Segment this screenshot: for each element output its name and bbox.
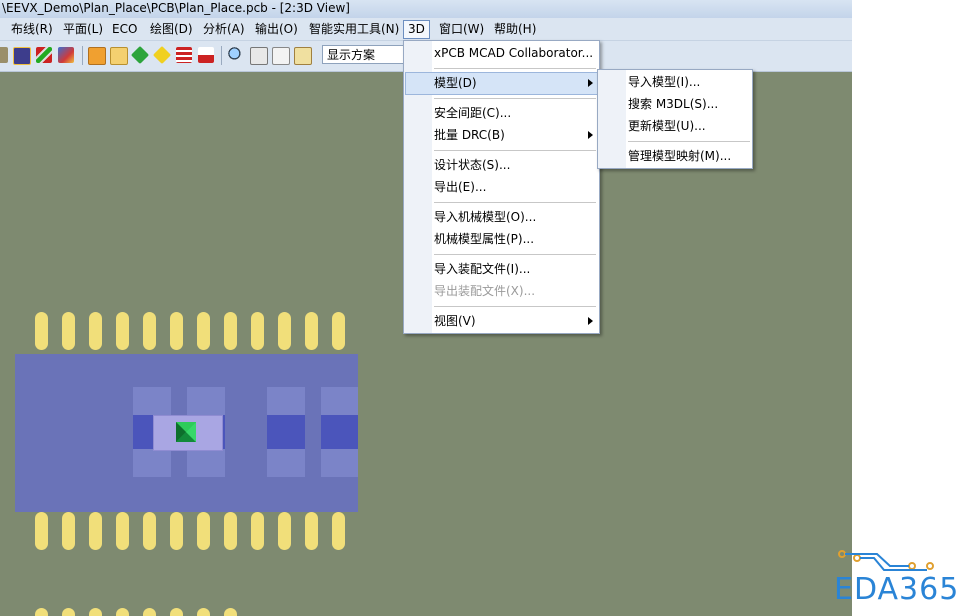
route-icon[interactable] [36,47,52,63]
menu-item-view[interactable]: 视图(V) [434,311,476,331]
pad [35,608,48,616]
menu-item-export[interactable]: 导出(E)... [434,177,486,197]
menu-separator [434,202,596,203]
pad [305,512,318,550]
component-icon[interactable] [13,47,31,65]
select-tool-icon[interactable] [0,47,8,63]
menu-item-design-status[interactable]: 设计状态(S)... [434,155,510,175]
menu-draw[interactable]: 绘图(D) [146,21,197,38]
pad [116,608,129,616]
menu-eco[interactable]: ECO [108,21,141,38]
zoom-icon[interactable] [228,47,244,63]
settings-icon[interactable] [88,47,106,65]
menu-help[interactable]: 帮助(H) [490,21,540,38]
menu-item-clearance[interactable]: 安全间距(C)... [434,103,511,123]
green-diamond-icon[interactable] [130,45,150,65]
pad [89,512,102,550]
menu-icon-strip [598,70,626,168]
copy-icon[interactable] [250,47,268,65]
footprint-pad-row [321,415,358,449]
footprint-pad-row [267,415,305,449]
menu-route[interactable]: 布线(R) [7,21,57,38]
pad [278,312,291,350]
menu-separator [434,150,596,151]
menu-window[interactable]: 窗口(W) [435,21,488,38]
pad [278,512,291,550]
pad [170,312,183,350]
menu-item-import-assembly-file[interactable]: 导入装配文件(I)... [434,259,530,279]
menu-3d[interactable]: 3D [403,20,430,39]
pad [89,312,102,350]
submenu-arrow-icon [588,79,593,87]
edit-icon[interactable] [110,47,128,65]
pad [116,312,129,350]
drc-icon[interactable] [176,47,192,63]
drc-check-icon[interactable] [198,47,214,63]
menu-item-mechanical-model-properties[interactable]: 机械模型属性(P)... [434,229,534,249]
menu-item-export-assembly-file: 导出装配文件(X)... [434,284,536,298]
pad [170,608,183,616]
pad [197,512,210,550]
pad [332,312,345,350]
menu-separator [434,98,596,99]
menu-item-import-mechanical-model[interactable]: 导入机械模型(O)... [434,207,536,227]
menu-output[interactable]: 输出(O) [251,21,302,38]
menu-smart-utilities[interactable]: 智能实用工具(N) [305,21,403,38]
menu-bar: 布线(R) 平面(L) ECO 绘图(D) 分析(A) 输出(O) 智能实用工具… [0,18,852,41]
pad [143,312,156,350]
menu-separator [434,306,596,307]
pad [116,512,129,550]
pad [251,312,264,350]
pad [170,512,183,550]
menu-item-search-m3dl[interactable]: 搜索 M3DL(S)... [628,94,718,114]
plane-icon[interactable] [58,47,74,63]
menu-item-manage-model-mapping[interactable]: 管理模型映射(M)... [628,146,731,166]
menu-separator [434,254,596,255]
menu-item-update-model[interactable]: 更新模型(U)... [628,116,706,136]
pad [35,512,48,550]
pad [305,312,318,350]
pad [62,608,75,616]
toolbar-separator [221,46,222,65]
menu-item-import-model[interactable]: 导入模型(I)... [628,72,700,92]
toolbar-separator [82,46,83,65]
pad [62,512,75,550]
properties-icon[interactable] [294,47,312,65]
menu-separator [434,68,596,69]
menu-3d-dropdown: xPCB MCAD Collaborator... 模型(D) 安全间距(C).… [403,40,600,334]
pad [143,512,156,550]
menu-separator [628,141,750,142]
pad [35,312,48,350]
eda-application-window: \EEVX_Demo\Plan_Place\PCB\Plan_Place.pcb… [0,0,852,616]
menu-item-batch-drc[interactable]: 批量 DRC(B) [434,125,505,145]
pad [62,312,75,350]
pad [143,608,156,616]
pad [251,512,264,550]
window-title: \EEVX_Demo\Plan_Place\PCB\Plan_Place.pcb… [2,1,350,15]
pad [197,312,210,350]
menu-item-model[interactable]: 模型(D) [434,73,477,93]
model-submenu: 导入模型(I)... 搜索 M3DL(S)... 更新模型(U)... 管理模型… [597,69,753,169]
eda365-logo: EDA365 [834,572,960,607]
document-icon[interactable] [272,47,290,65]
menu-analyze[interactable]: 分析(A) [199,21,249,38]
component-origin-marker [176,422,196,442]
pad [332,512,345,550]
pad [224,312,237,350]
pad [197,608,210,616]
pad [224,512,237,550]
pad [89,608,102,616]
warning-diamond-icon[interactable] [152,45,172,65]
submenu-arrow-icon [588,317,593,325]
menu-item-mcad-collaborator[interactable]: xPCB MCAD Collaborator... [434,43,593,63]
menu-plane[interactable]: 平面(L) [59,21,107,38]
display-scheme-combo[interactable]: 显示方案 [322,45,414,64]
title-bar: \EEVX_Demo\Plan_Place\PCB\Plan_Place.pcb… [0,0,852,18]
submenu-arrow-icon [588,131,593,139]
pad [224,608,237,616]
